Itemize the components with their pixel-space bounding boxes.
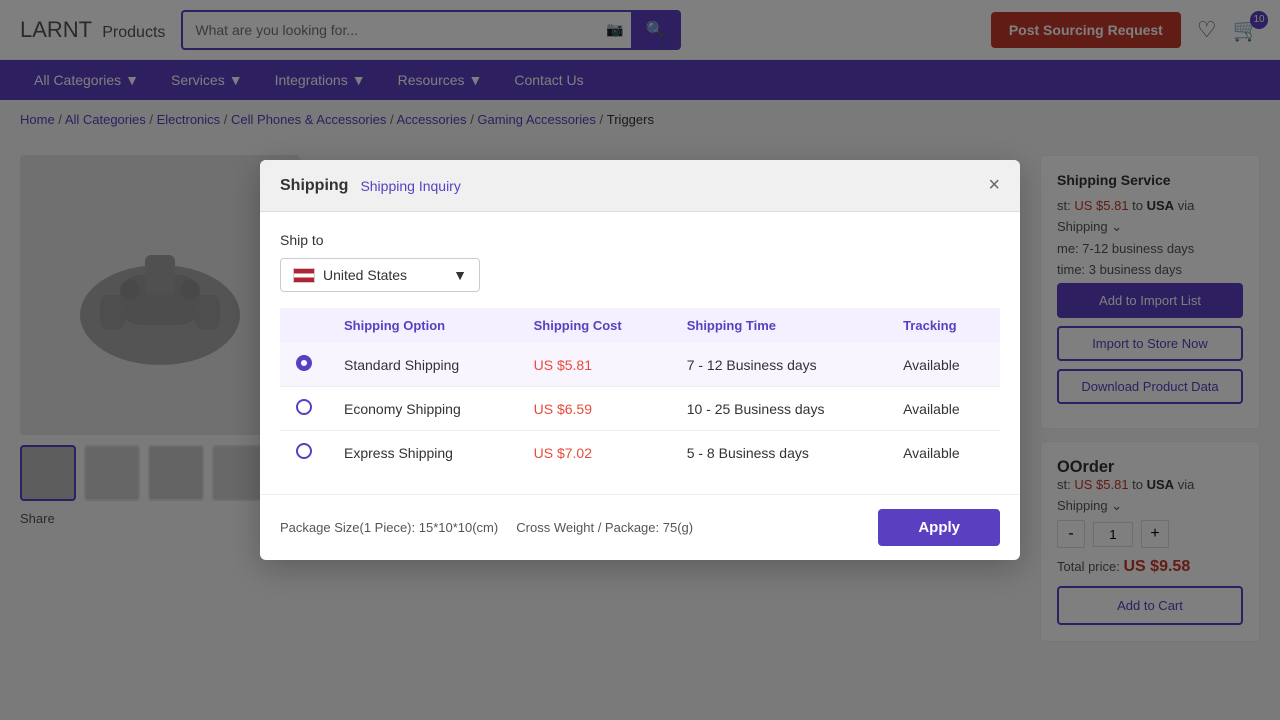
col-time: Shipping Time: [671, 308, 887, 343]
shipping-option-cell: Economy Shipping: [328, 387, 518, 431]
package-size: Package Size(1 Piece): 15*10*10(cm): [280, 520, 498, 535]
shipping-option-cell: Express Shipping: [328, 431, 518, 475]
dropdown-arrow: ▼: [453, 267, 467, 283]
modal-title-area: Shipping Shipping Inquiry: [280, 177, 461, 195]
shipping-time-cell: 5 - 8 Business days: [671, 431, 887, 475]
col-tracking: Tracking: [887, 308, 1000, 343]
table-row[interactable]: Express Shipping US $7.02 5 - 8 Business…: [280, 431, 1000, 475]
shipping-option-cell: Standard Shipping: [328, 343, 518, 387]
shipping-cost-cell: US $5.81: [518, 343, 671, 387]
radio-cell[interactable]: [280, 387, 328, 431]
shipping-time-cell: 7 - 12 Business days: [671, 343, 887, 387]
modal-close-button[interactable]: ×: [988, 174, 1000, 197]
tracking-cell: Available: [887, 387, 1000, 431]
table-row[interactable]: Standard Shipping US $5.81 7 - 12 Busine…: [280, 343, 1000, 387]
shipping-table: Shipping Option Shipping Cost Shipping T…: [280, 308, 1000, 474]
country-name: United States: [323, 267, 407, 283]
package-info: Package Size(1 Piece): 15*10*10(cm) Cros…: [280, 520, 693, 535]
shipping-time-cell: 10 - 25 Business days: [671, 387, 887, 431]
modal-overlay: Shipping Shipping Inquiry × Ship to Unit…: [0, 0, 1280, 720]
modal-footer: Package Size(1 Piece): 15*10*10(cm) Cros…: [260, 494, 1020, 560]
shipping-cost-cell: US $6.59: [518, 387, 671, 431]
tracking-cell: Available: [887, 431, 1000, 475]
radio-cell[interactable]: [280, 431, 328, 475]
table-row[interactable]: Economy Shipping US $6.59 10 - 25 Busine…: [280, 387, 1000, 431]
col-option: Shipping Option: [328, 308, 518, 343]
shipping-cost-cell: US $7.02: [518, 431, 671, 475]
cross-weight: Cross Weight / Package: 75(g): [516, 520, 693, 535]
shipping-inquiry-link[interactable]: Shipping Inquiry: [360, 178, 460, 194]
apply-button[interactable]: Apply: [878, 509, 1000, 546]
tracking-cell: Available: [887, 343, 1000, 387]
radio-button-0[interactable]: [296, 355, 312, 371]
shipping-modal: Shipping Shipping Inquiry × Ship to Unit…: [260, 160, 1020, 560]
modal-header: Shipping Shipping Inquiry ×: [260, 160, 1020, 212]
radio-button-1[interactable]: [296, 399, 312, 415]
col-cost: Shipping Cost: [518, 308, 671, 343]
modal-title-text: Shipping: [280, 177, 348, 195]
modal-body: Ship to United States ▼ Shipping Option …: [260, 212, 1020, 494]
table-header-row: Shipping Option Shipping Cost Shipping T…: [280, 308, 1000, 343]
radio-button-2[interactable]: [296, 443, 312, 459]
col-radio: [280, 308, 328, 343]
radio-cell[interactable]: [280, 343, 328, 387]
country-select[interactable]: United States ▼: [280, 258, 480, 292]
ship-to-label: Ship to: [280, 232, 1000, 248]
flag-icon: [293, 268, 315, 283]
